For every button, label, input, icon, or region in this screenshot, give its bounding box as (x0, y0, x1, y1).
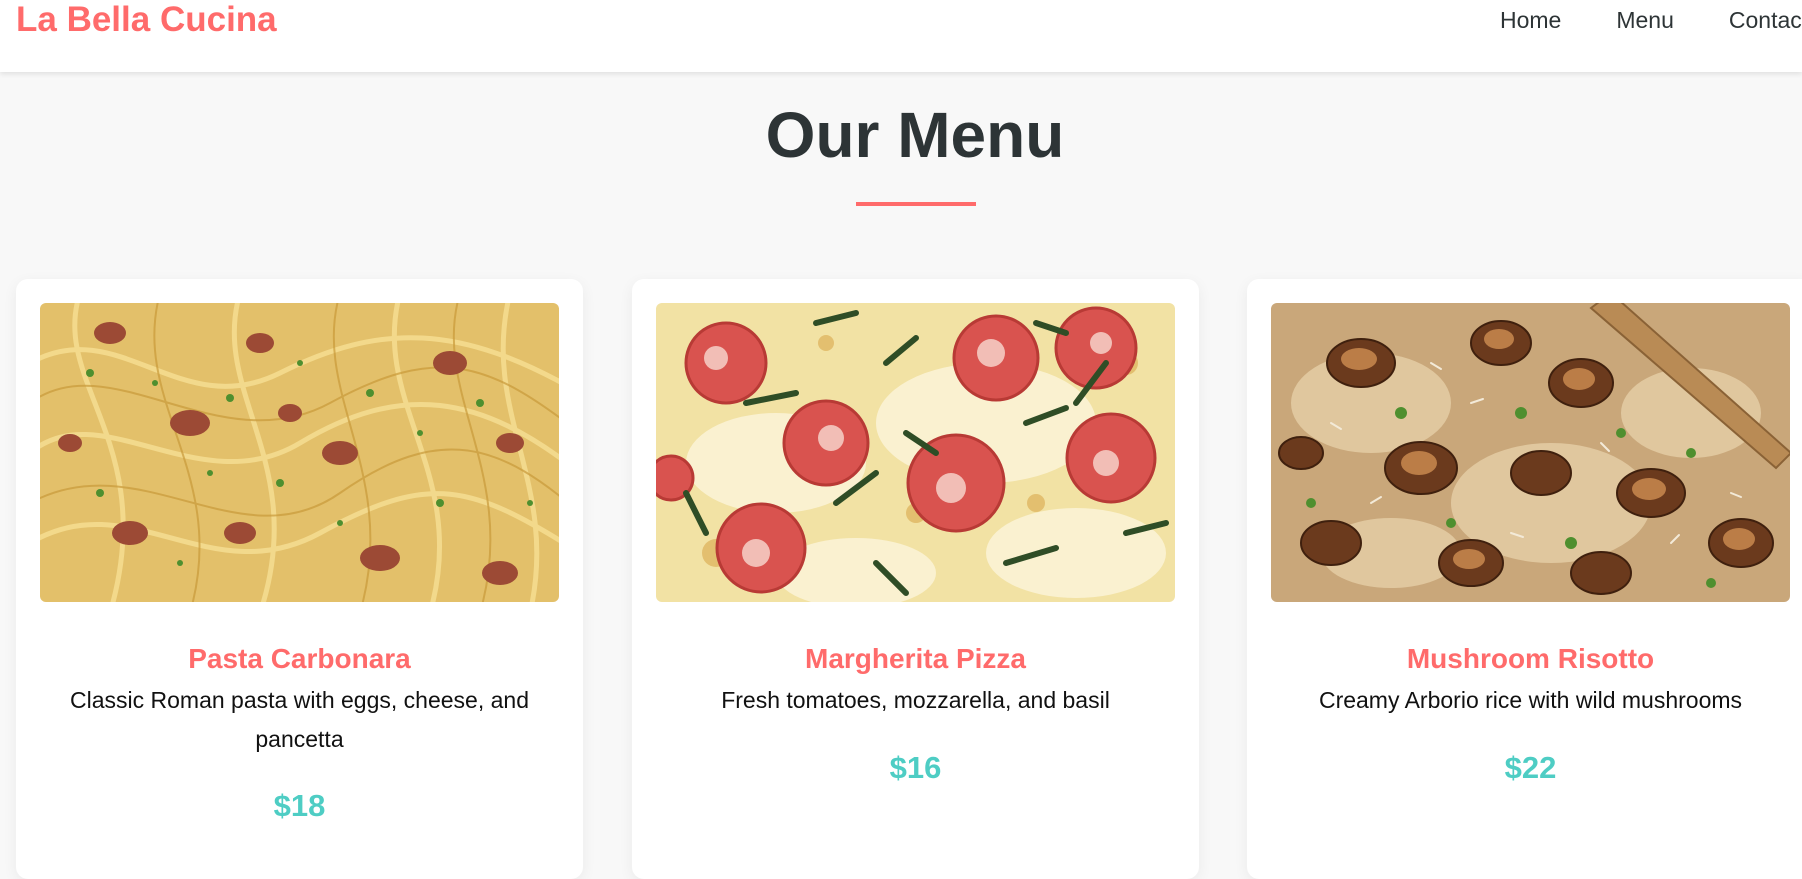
menu-card-mushroom-risotto[interactable]: Mushroom Risotto Creamy Arborio rice wit… (1247, 279, 1802, 879)
site-logo[interactable]: La Bella Cucina (16, 0, 277, 40)
menu-item-price: $18 (273, 788, 326, 823)
page-title: Our Menu (765, 99, 1065, 171)
nav-link-menu[interactable]: Menu (1616, 6, 1674, 34)
nav-link-contact[interactable]: Contac (1729, 6, 1802, 34)
title-underline (856, 202, 976, 206)
menu-card-margherita-pizza[interactable]: Margherita Pizza Fresh tomatoes, mozzare… (632, 279, 1199, 879)
menu-item-description: Creamy Arborio rice with wild mushrooms (1318, 687, 1743, 713)
menu-item-description: Fresh tomatoes, mozzarella, and basil (721, 687, 1110, 713)
menu-item-name: Mushroom Risotto (1406, 643, 1655, 674)
menu-item-name: Margherita Pizza (805, 643, 1026, 674)
menu-item-description: Classic Roman pasta with eggs, cheese, a… (70, 687, 529, 752)
mushroom-risotto-image (1271, 303, 1790, 602)
menu-card-pasta-carbonara[interactable]: Pasta Carbonara Classic Roman pasta with… (16, 279, 583, 879)
pasta-carbonara-image (40, 303, 559, 602)
menu-item-name: Pasta Carbonara (188, 643, 411, 674)
menu-item-price: $16 (889, 750, 942, 785)
menu-item-price: $22 (1504, 750, 1557, 785)
nav-link-home[interactable]: Home (1500, 6, 1561, 34)
navbar: La Bella Cucina Home Menu Contac (0, 0, 1802, 72)
margherita-pizza-image (656, 303, 1175, 602)
nav-links: Home Menu Contac (1500, 6, 1802, 34)
